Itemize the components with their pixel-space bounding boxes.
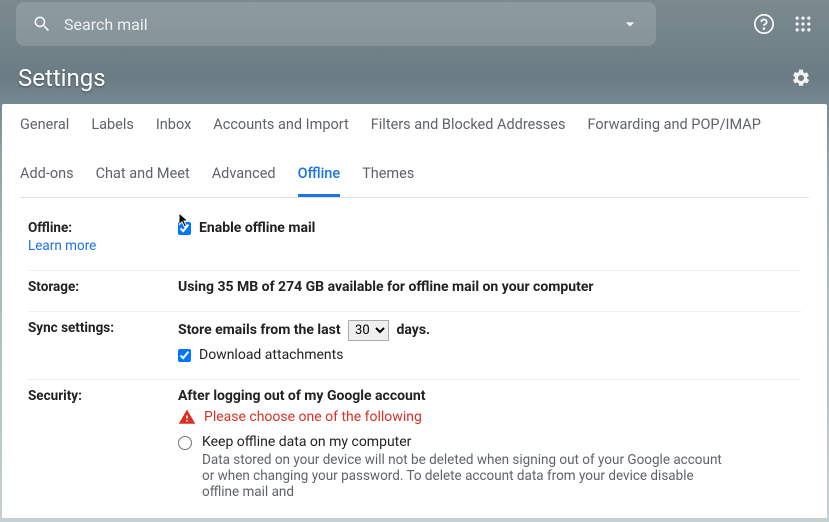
download-attachments-label: Download attachments	[199, 347, 343, 363]
security-label: Security:	[28, 388, 178, 500]
tab-add-ons[interactable]: Add-ons	[20, 165, 74, 197]
tab-chat-and-meet[interactable]: Chat and Meet	[96, 165, 190, 197]
download-attachments-checkbox[interactable]	[178, 349, 191, 362]
sync-label: Sync settings:	[28, 320, 178, 363]
keep-offline-label: Keep offline data on my computer	[202, 434, 722, 450]
security-warning: Please choose one of the following	[204, 409, 422, 425]
tab-themes[interactable]: Themes	[362, 165, 414, 197]
settings-tabs: General Labels Inbox Accounts and Import Fil…	[2, 104, 827, 197]
search-input[interactable]	[64, 15, 620, 34]
tab-forwarding-and-pop-imap[interactable]: Forwarding and POP/IMAP	[587, 116, 760, 145]
enable-offline-label: Enable offline mail	[199, 220, 315, 236]
tab-advanced[interactable]: Advanced	[212, 165, 276, 197]
storage-text: Using 35 MB of 274 GB available for offl…	[178, 279, 801, 295]
keep-offline-radio[interactable]	[178, 436, 192, 450]
sync-prefix: Store emails from the last	[178, 322, 341, 338]
tab-offline[interactable]: Offline	[298, 165, 341, 197]
tab-accounts-and-import[interactable]: Accounts and Import	[213, 116, 348, 145]
tab-labels[interactable]: Labels	[91, 116, 134, 145]
sync-days-select[interactable]: 30	[348, 320, 389, 341]
tab-inbox[interactable]: Inbox	[156, 116, 191, 145]
search-box[interactable]	[16, 2, 656, 46]
tab-general[interactable]: General	[20, 116, 69, 145]
storage-label: Storage:	[28, 279, 178, 295]
page-title: Settings	[18, 64, 106, 92]
warning-icon	[178, 408, 196, 426]
help-icon[interactable]	[753, 13, 775, 35]
offline-label: Offline:	[28, 220, 72, 236]
dropdown-icon[interactable]	[620, 14, 640, 34]
search-icon	[32, 14, 52, 34]
keep-offline-desc: Data stored on your device will not be d…	[202, 452, 722, 500]
tab-filters-and-blocked-addresses[interactable]: Filters and Blocked Addresses	[371, 116, 566, 145]
security-header: After logging out of my Google account	[178, 388, 801, 404]
apps-icon[interactable]	[793, 14, 813, 34]
sync-suffix: days.	[397, 322, 431, 338]
enable-offline-checkbox[interactable]	[178, 222, 191, 235]
learn-more-link[interactable]: Learn more	[28, 238, 178, 254]
gear-icon[interactable]	[791, 68, 811, 88]
